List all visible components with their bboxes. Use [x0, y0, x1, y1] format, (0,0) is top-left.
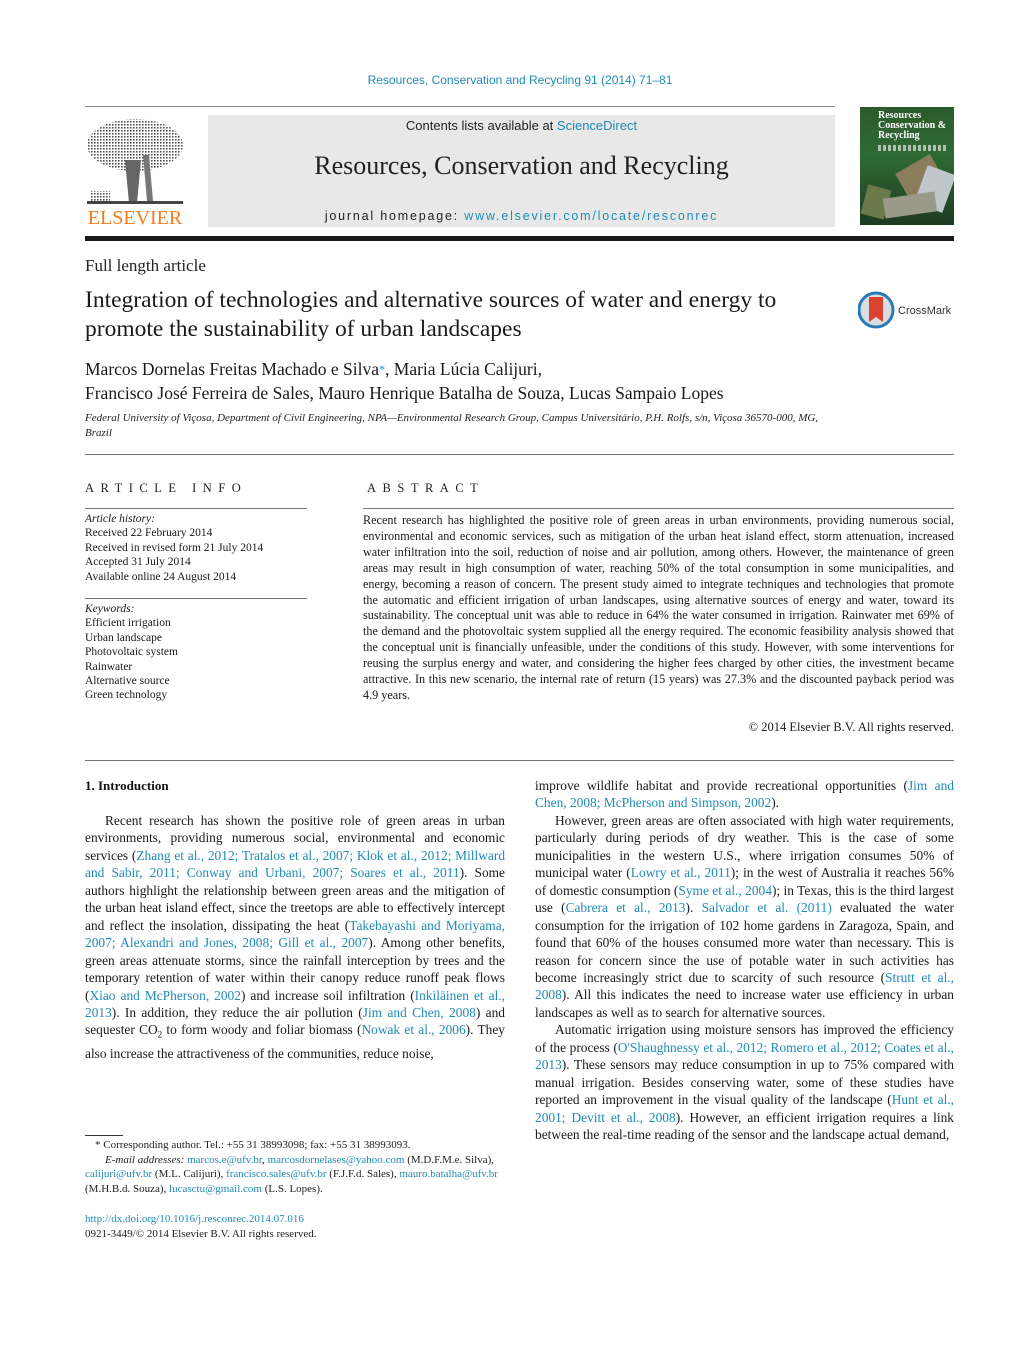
- abstract-heading: ABSTRACT: [367, 481, 485, 495]
- affiliation: Federal University of Viçosa, Department…: [85, 412, 819, 439]
- section-rule: [85, 454, 954, 455]
- abstract-copyright: © 2014 Elsevier B.V. All rights reserved…: [748, 720, 954, 734]
- sciencedirect-link[interactable]: ScienceDirect: [557, 118, 637, 133]
- email-link[interactable]: calijuri@ufv.br: [85, 1168, 152, 1180]
- article-history: Article history: Received 22 February 20…: [85, 512, 263, 584]
- author-names: Francisco José Ferreira de Sales, Mauro …: [85, 383, 724, 403]
- cover-subtitle: [878, 145, 948, 151]
- history-item: Received in revised form 21 July 2014: [85, 541, 264, 554]
- introduction-heading: 1. Introduction: [85, 778, 169, 793]
- article-title: Integration of technologies and alternat…: [85, 287, 777, 342]
- section-rule: [85, 598, 307, 599]
- author-names: , Maria Lúcia Calijuri,: [385, 359, 542, 379]
- journal-homepage-link[interactable]: www.elsevier.com/locate/resconrec: [464, 209, 718, 223]
- body-text: improve wildlife habitat and provide rec…: [535, 778, 908, 793]
- keyword: Urban landscape: [85, 631, 162, 644]
- body-paragraph: improve wildlife habitat and provide rec…: [535, 777, 954, 812]
- homepage-prefix: journal homepage:: [324, 209, 465, 223]
- article-info-heading: ARTICLE INFO: [85, 481, 248, 495]
- history-label: Article history:: [85, 513, 155, 525]
- email-link[interactable]: marcosdornelases@yahoo.com: [268, 1154, 405, 1166]
- author-corresponding: Marcos Dornelas Freitas Machado e Silva: [85, 359, 380, 379]
- citation-link[interactable]: Cabrera et al., 2013: [566, 900, 686, 915]
- citation-link[interactable]: Syme et al., 2004: [678, 883, 772, 898]
- elsevier-wordmark: ELSEVIER: [88, 207, 183, 227]
- email-link[interactable]: mauro.batalha@ufv.br: [399, 1168, 498, 1180]
- doi-link[interactable]: http://dx.doi.org/10.1016/j.resconrec.20…: [85, 1212, 317, 1227]
- email-owner: (F.J.F.d. Sales),: [326, 1168, 400, 1180]
- email-owner: (M.H.B.d. Souza),: [85, 1182, 170, 1195]
- email-addresses: E-mail addresses: marcos.e@ufv.br, marco…: [85, 1153, 505, 1197]
- doi-block: http://dx.doi.org/10.1016/j.resconrec.20…: [85, 1212, 317, 1241]
- cover-image-piece: [882, 191, 938, 219]
- email-link[interactable]: francisco.sales@ufv.br: [226, 1168, 326, 1180]
- issn-copyright: 0921-3449/© 2014 Elsevier B.V. All right…: [85, 1227, 317, 1240]
- contents-prefix: Contents lists available at: [405, 118, 557, 133]
- body-column-right: improve wildlife habitat and provide rec…: [535, 777, 954, 1144]
- header-top-rule: [85, 106, 835, 107]
- journal-citation[interactable]: Resources, Conservation and Recycling 91…: [0, 73, 1020, 87]
- footnote-rule: [85, 1135, 123, 1136]
- email-owner: (M.L. Calijuri),: [152, 1168, 227, 1180]
- journal-cover-thumbnail[interactable]: Resources Conservation & Recycling: [860, 107, 954, 225]
- body-paragraph: However, green areas are often associate…: [535, 812, 954, 1021]
- abstract-text: Recent research has highlighted the posi…: [363, 513, 954, 702]
- header-thick-rule: [85, 236, 954, 241]
- homepage-line: journal homepage: www.elsevier.com/locat…: [208, 209, 835, 223]
- citation-link[interactable]: Salvador et al. (2011): [702, 900, 832, 915]
- crossmark-button[interactable]: CrossMark: [857, 291, 958, 331]
- email-link[interactable]: marcos.e@ufv.br: [187, 1154, 262, 1166]
- contents-line: Contents lists available at ScienceDirec…: [208, 118, 835, 133]
- journal-banner: Contents lists available at ScienceDirec…: [208, 115, 835, 227]
- body-text: ) and increase soil infiltration (: [240, 987, 415, 1003]
- section-rule: [85, 508, 307, 509]
- body-text: ). All this indicates the need to increa…: [535, 987, 954, 1020]
- citation-link[interactable]: Jim and Chen, 2008: [363, 1005, 476, 1020]
- body-text: ).: [685, 900, 702, 916]
- author-list: Marcos Dornelas Freitas Machado e Silva*…: [85, 357, 865, 405]
- crossmark-label: CrossMark: [898, 305, 952, 317]
- keyword: Green technology: [85, 689, 168, 702]
- body-text: ). In addition, they reduce the air poll…: [111, 1004, 363, 1020]
- article-type: Full length article: [85, 256, 206, 275]
- email-label: E-mail addresses:: [105, 1153, 188, 1166]
- keywords-label: Keywords:: [85, 603, 135, 615]
- elsevier-logo[interactable]: ELSEVIER: [85, 115, 185, 229]
- corresponding-author-note: * Corresponding author. Tel.: +55 31 389…: [95, 1139, 411, 1151]
- cover-title: Resources Conservation & Recycling: [878, 110, 947, 141]
- history-item: Received 22 February 2014: [85, 527, 213, 540]
- citation-link[interactable]: Nowak et al., 2006: [361, 1022, 465, 1037]
- section-rule: [85, 760, 954, 761]
- email-link[interactable]: lucasctu@gmail.com: [169, 1183, 262, 1195]
- crossmark-icon: CrossMark: [857, 291, 952, 329]
- keyword: Alternative source: [85, 675, 170, 688]
- footnote: * Corresponding author. Tel.: +55 31 389…: [85, 1138, 505, 1196]
- citation-link[interactable]: Xiao and McPherson, 2002: [89, 988, 240, 1003]
- body-text: ).: [771, 795, 780, 811]
- history-item: Available online 24 August 2014: [85, 570, 237, 583]
- keyword: Photovoltaic system: [85, 646, 178, 659]
- keywords: Keywords: Efficient irrigation Urban lan…: [85, 602, 178, 703]
- keyword: Efficient irrigation: [85, 617, 171, 630]
- email-owner: (L.S. Lopes).: [261, 1182, 323, 1195]
- body-paragraph: Automatic irrigation using moisture sens…: [535, 1021, 954, 1143]
- body-paragraph: Recent research has shown the positive r…: [85, 812, 505, 1062]
- body-column-left: Recent research has shown the positive r…: [85, 812, 505, 1062]
- citation-link[interactable]: Lowry et al., 2011: [631, 865, 731, 880]
- keyword: Rainwater: [85, 660, 133, 673]
- section-rule: [363, 508, 954, 509]
- journal-title: Resources, Conservation and Recycling: [314, 151, 729, 180]
- citation-link[interactable]: Zhang et al., 2012; Tratalos et al., 200…: [85, 848, 505, 880]
- history-item: Accepted 31 July 2014: [85, 556, 191, 569]
- body-text: to form woody and foliar biomass (: [162, 1022, 362, 1038]
- elsevier-tree-icon: ELSEVIER: [87, 119, 183, 229]
- email-owner: (M.D.F.M.e. Silva),: [404, 1153, 495, 1166]
